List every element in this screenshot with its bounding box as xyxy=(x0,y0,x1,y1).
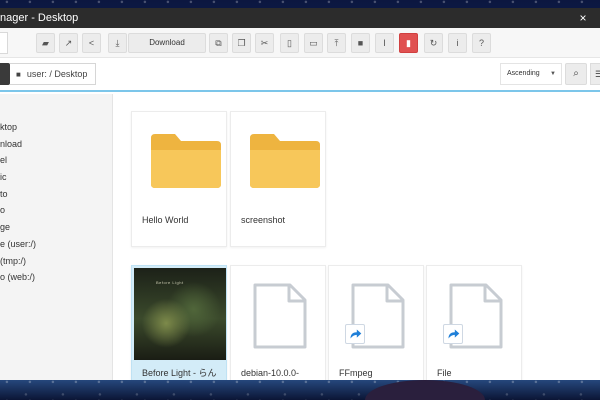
sidebar-item-home[interactable]: e (user:/) xyxy=(0,236,112,253)
folder-name: screenshot xyxy=(241,215,286,225)
cut-icon[interactable]: ✂ xyxy=(255,33,274,53)
folder-tile[interactable]: screenshot xyxy=(230,111,326,247)
delete-icon[interactable]: ▮ xyxy=(399,33,418,53)
file-name: FFmpeg Factory.short... xyxy=(339,368,398,380)
thumbnail-caption: Before Light xyxy=(156,280,184,285)
menu-icon[interactable]: ☰ xyxy=(590,63,600,85)
rename-icon[interactable]: I xyxy=(375,33,394,53)
folder-icon: ■ xyxy=(16,70,21,79)
search-icon[interactable]: ⌕ xyxy=(565,63,587,85)
open-external-icon[interactable]: ↗ xyxy=(59,33,78,53)
sidebar-item-download[interactable]: nload xyxy=(0,136,112,153)
share-icon[interactable]: < xyxy=(82,33,101,53)
folder-open-icon[interactable]: ▰ xyxy=(36,33,55,53)
path-text: user: / Desktop xyxy=(26,69,88,79)
download-icon[interactable]: ⤓ xyxy=(108,33,127,53)
toolbar-left-edge[interactable] xyxy=(0,32,8,54)
wallpaper-figure xyxy=(365,380,485,400)
file-icon xyxy=(253,283,307,349)
toolbar: ▰ ↗ < ⤓ Download ⧉ ❐ ✂ ▯ ▭ ⤒ ■ I ▮ ↻ i ? xyxy=(0,28,600,58)
sidebar-item-video[interactable]: o xyxy=(0,202,112,219)
file-grid: Hello World screenshot Before Light Befo… xyxy=(114,94,600,380)
sidebar-item-model[interactable]: el xyxy=(0,152,112,169)
compress-icon[interactable]: ■ xyxy=(351,33,370,53)
shortcut-arrow-icon xyxy=(443,324,463,344)
sidebar-item-photo[interactable]: to xyxy=(0,186,112,203)
file-tile-selected[interactable]: Before Light Before Light - らん ver.... xyxy=(131,265,227,380)
sidebar-item-music[interactable]: ic xyxy=(0,169,112,186)
folder-icon xyxy=(250,134,320,188)
chevron-down-icon: ▼ xyxy=(550,71,556,77)
clone-icon[interactable]: ❐ xyxy=(232,33,251,53)
file-tile[interactable]: File Manager.shortcu... xyxy=(426,265,522,380)
sidebar-item-storage[interactable]: ge xyxy=(0,219,112,236)
info-icon[interactable]: i xyxy=(448,33,467,53)
sidebar-item-tmp[interactable]: (tmp:/) xyxy=(0,253,112,270)
address-bar: ■ user: / Desktop Ascending ▼ ⌕ ☰ xyxy=(0,58,600,92)
sidebar-item-desktop[interactable]: ktop xyxy=(0,119,112,136)
back-button[interactable] xyxy=(0,63,10,85)
title-bar: nager - Desktop × xyxy=(0,8,600,28)
help-icon[interactable]: ? xyxy=(472,33,491,53)
window-title: nager - Desktop xyxy=(0,12,79,24)
sort-order-select[interactable]: Ascending ▼ xyxy=(500,63,562,85)
path-breadcrumb[interactable]: ■ user: / Desktop xyxy=(10,63,96,85)
sort-order-value: Ascending xyxy=(507,70,540,77)
folder-name: Hello World xyxy=(142,215,189,225)
new-file-icon[interactable]: ▯ xyxy=(280,33,299,53)
shortcut-arrow-icon xyxy=(345,324,365,344)
copy-icon[interactable]: ⧉ xyxy=(209,33,228,53)
file-tile[interactable]: debian-10.0.0-amd64-... xyxy=(230,265,326,380)
sidebar-item-web[interactable]: o (web:/) xyxy=(0,269,112,286)
file-name: File Manager.shortcu... xyxy=(437,368,512,380)
folder-icon xyxy=(151,134,221,188)
image-thumbnail: Before Light xyxy=(134,268,226,360)
sidebar: ktop nload el ic to o ge e (user:/) (tmp… xyxy=(0,94,113,380)
folder-tile[interactable]: Hello World xyxy=(131,111,227,247)
download-button[interactable]: Download xyxy=(128,33,206,53)
new-folder-icon[interactable]: ▭ xyxy=(304,33,323,53)
file-manager-window: nager - Desktop × ▰ ↗ < ⤓ Download ⧉ ❐ ✂… xyxy=(0,8,600,380)
file-tile[interactable]: FFmpeg Factory.short... xyxy=(328,265,424,380)
close-icon[interactable]: × xyxy=(576,8,590,28)
refresh-icon[interactable]: ↻ xyxy=(424,33,443,53)
upload-icon[interactable]: ⤒ xyxy=(327,33,346,53)
file-name: Before Light - らん ver.... xyxy=(142,368,217,380)
file-name: debian-10.0.0-amd64-... xyxy=(241,368,300,380)
